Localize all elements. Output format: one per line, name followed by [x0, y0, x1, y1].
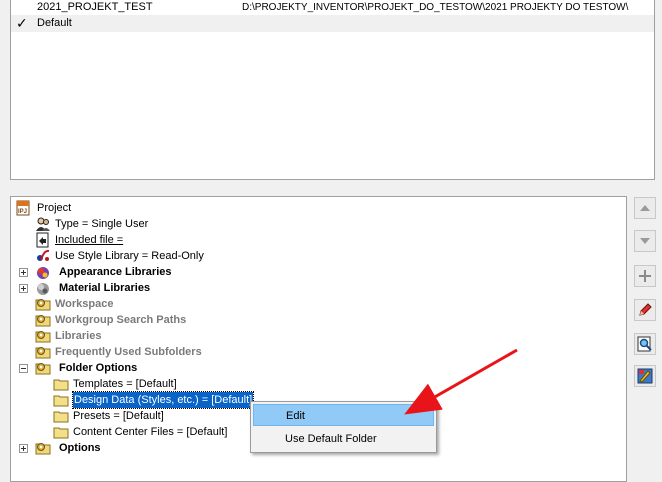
- folder-gear-icon: [35, 315, 51, 327]
- move-down-button[interactable]: [634, 230, 656, 252]
- menu-item-use-default-folder[interactable]: Use Default Folder: [253, 428, 434, 450]
- users-icon: [36, 217, 50, 231]
- style-library-icon: [37, 249, 50, 261]
- project-name: Default: [37, 17, 72, 29]
- folder-gear-icon: [35, 347, 51, 359]
- arrow-up-icon: [640, 205, 650, 211]
- tree-label: Folder Options: [59, 362, 138, 374]
- find-button[interactable]: [634, 333, 656, 355]
- options-icon: [637, 368, 653, 384]
- find-icon: [637, 336, 652, 352]
- tree-label: Use Style Library = Read-Only: [55, 250, 204, 262]
- tree-label: Workgroup Search Paths: [55, 314, 187, 326]
- folder-icon: [53, 427, 69, 439]
- project-row-2021[interactable]: 2021_PROJEKT_TEST D:\PROJEKTY_INVENTOR\P…: [37, 0, 654, 16]
- folder-icon: [53, 411, 69, 423]
- project-file-icon: IPJ: [16, 200, 30, 216]
- included-file-icon: [36, 232, 49, 248]
- add-button[interactable]: [634, 265, 656, 287]
- collapse-icon[interactable]: [19, 364, 28, 373]
- material-library-icon: [37, 283, 49, 295]
- folder-gear-icon: [35, 363, 51, 375]
- tree-label: Templates = [Default]: [73, 378, 177, 390]
- appearance-library-icon: [37, 267, 49, 279]
- tree-label: Project: [37, 202, 72, 214]
- tree-label: Type = Single User: [55, 218, 149, 230]
- project-path: D:\PROJEKTY_INVENTOR\PROJEKT_DO_TESTOW\2…: [242, 2, 629, 13]
- tree-label: Material Libraries: [59, 282, 151, 294]
- expand-icon[interactable]: [19, 284, 28, 293]
- tree-label-selected: Design Data (Styles, etc.) = [Default]: [71, 391, 255, 409]
- tree-label: Appearance Libraries: [59, 266, 172, 278]
- tree-label: Presets = [Default]: [73, 410, 164, 422]
- svg-text:IPJ: IPJ: [18, 209, 27, 215]
- tree-label: Options: [59, 442, 101, 454]
- options-button[interactable]: [634, 365, 656, 387]
- folder-icon: [53, 395, 69, 407]
- tree-label: Included file =: [55, 234, 124, 246]
- add-icon: [639, 270, 651, 282]
- expand-icon[interactable]: [19, 444, 28, 453]
- edit-pencil-icon: [639, 303, 652, 316]
- expand-icon[interactable]: [19, 268, 28, 277]
- project-name: 2021_PROJEKT_TEST: [37, 1, 153, 13]
- tree-label: Content Center Files = [Default]: [73, 426, 228, 438]
- active-check-icon: ✓: [16, 15, 28, 31]
- move-up-button[interactable]: [634, 197, 656, 219]
- tree-label: Libraries: [55, 330, 102, 342]
- arrow-down-icon: [640, 238, 650, 244]
- folder-gear-icon: [35, 443, 51, 455]
- folder-gear-icon: [35, 331, 51, 343]
- project-row-default[interactable]: ✓ Default: [11, 15, 654, 32]
- tree-label: Workspace: [55, 298, 114, 310]
- edit-button[interactable]: [634, 299, 656, 321]
- tree-label: Frequently Used Subfolders: [55, 346, 202, 358]
- menu-item-edit[interactable]: Edit: [253, 404, 434, 426]
- folder-icon: [53, 379, 69, 391]
- context-menu: Edit Use Default Folder: [250, 401, 437, 453]
- projects-list[interactable]: 2021_PROJEKT_TEST D:\PROJEKTY_INVENTOR\P…: [10, 0, 655, 180]
- folder-gear-icon: [35, 299, 51, 311]
